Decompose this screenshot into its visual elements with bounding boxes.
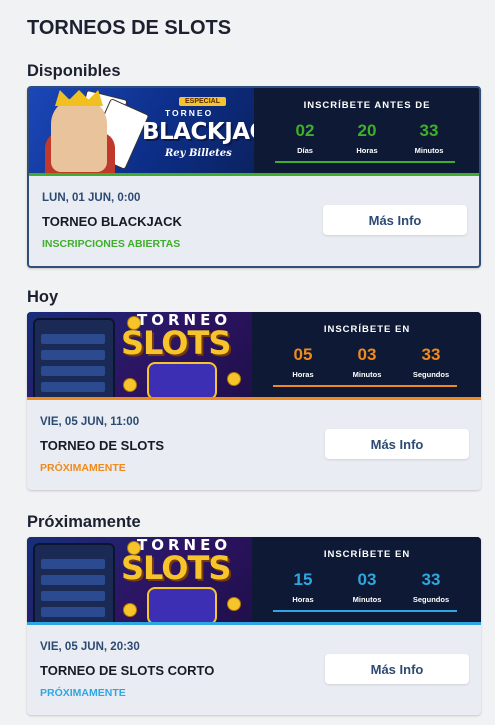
slots-banner-art: TORNEO SLOTS <box>27 312 252 400</box>
tournament-date: VIE, 05 JUN, 11:00 <box>40 416 140 428</box>
tournament-status: PRÓXIMAMENTE <box>40 687 126 699</box>
tournament-date: LUN, 01 JUN, 0:00 <box>42 192 141 204</box>
more-info-button[interactable]: Más Info <box>323 205 467 235</box>
countdown-label: Horas <box>292 370 314 379</box>
countdown-divider <box>275 161 455 163</box>
tournament-info: LUN, 01 JUN, 0:00 TORNEO BLACKJACK INSCR… <box>29 176 479 266</box>
countdown-value: 02 <box>295 121 315 140</box>
countdown-title: INSCRÍBETE ANTES DE <box>303 100 431 111</box>
tournament-date: VIE, 05 JUN, 20:30 <box>40 641 140 653</box>
coin-icon <box>227 372 241 386</box>
section-title-proximamente: Próximamente <box>27 513 141 531</box>
tournament-card-slots-corto[interactable]: TORNEO SLOTS INSCRÍBETE EN 15 Horas 03 M… <box>27 537 481 715</box>
countdown-label: Minutos <box>352 370 382 379</box>
countdown-panel: INSCRÍBETE ANTES DE 02 Días 20 Horas 33 … <box>255 88 479 176</box>
phone-mockup-image <box>33 318 115 400</box>
tournament-banner: ESPECIAL TORNEO BLACKJACK Rey Billetes I… <box>29 88 479 176</box>
tournament-banner: TORNEO SLOTS INSCRÍBETE EN 15 Horas 03 M… <box>27 537 481 625</box>
countdown-title: INSCRÍBETE EN <box>323 549 411 560</box>
tournament-name: TORNEO BLACKJACK <box>42 214 182 229</box>
coin-icon <box>123 603 137 617</box>
countdown-value: 33 <box>421 345 441 364</box>
countdown-unit: 33 Segundos <box>401 570 461 604</box>
tournament-status: INSCRIPCIONES ABIERTAS <box>42 238 181 250</box>
countdown-label: Minutos <box>414 146 444 155</box>
countdown-value: 15 <box>293 570 313 589</box>
section-title-hoy: Hoy <box>27 288 59 306</box>
more-info-button[interactable]: Más Info <box>325 654 469 684</box>
king-mascot-image <box>51 98 107 172</box>
countdown-panel: INSCRÍBETE EN 05 Horas 03 Minutos 33 Seg… <box>253 312 481 400</box>
banner-headline: SLOTS <box>121 324 231 362</box>
coin-icon <box>227 597 241 611</box>
countdown-unit: 03 Minutos <box>337 570 397 604</box>
coin-icon <box>123 378 137 392</box>
tournament-card-blackjack[interactable]: ESPECIAL TORNEO BLACKJACK Rey Billetes I… <box>27 86 481 268</box>
crown-icon <box>55 90 103 106</box>
blackjack-banner-art: ESPECIAL TORNEO BLACKJACK Rey Billetes <box>29 88 254 176</box>
countdown-label: Segundos <box>412 370 450 379</box>
tournament-name: TORNEO DE SLOTS CORTO <box>40 663 215 678</box>
countdown-unit: 33 Segundos <box>401 345 461 379</box>
countdown-label: Minutos <box>352 595 382 604</box>
tournament-status: PRÓXIMAMENTE <box>40 462 126 474</box>
tournament-banner: TORNEO SLOTS INSCRÍBETE EN 05 Horas 03 M… <box>27 312 481 400</box>
countdown-label: Horas <box>356 146 378 155</box>
countdown-label: Horas <box>292 595 314 604</box>
countdown-value: 05 <box>293 345 313 364</box>
tournament-info: VIE, 05 JUN, 20:30 TORNEO DE SLOTS CORTO… <box>27 625 481 715</box>
countdown-unit: 33 Minutos <box>399 121 459 155</box>
section-title-disponibles: Disponibles <box>27 62 121 80</box>
banner-torneo-text: TORNEO <box>165 108 214 118</box>
brand-signature: Rey Billetes <box>165 148 232 159</box>
slot-machine-image <box>147 362 217 400</box>
slot-machine-image <box>147 587 217 625</box>
countdown-unit: 05 Horas <box>273 345 333 379</box>
page-title: TORNEOS DE SLOTS <box>27 17 232 39</box>
countdown-divider <box>273 385 457 387</box>
countdown-label: Días <box>297 146 313 155</box>
slots-banner-art: TORNEO SLOTS <box>27 537 252 625</box>
tournament-info: VIE, 05 JUN, 11:00 TORNEO DE SLOTS PRÓXI… <box>27 400 481 490</box>
countdown-value: 20 <box>357 121 377 140</box>
special-tag: ESPECIAL <box>179 97 227 106</box>
countdown-label: Segundos <box>412 595 450 604</box>
countdown-unit: 02 Días <box>275 121 335 155</box>
countdown-divider <box>273 610 457 612</box>
countdown-unit: 15 Horas <box>273 570 333 604</box>
banner-headline: SLOTS <box>121 549 231 587</box>
banner-headline: BLACKJACK <box>142 119 254 145</box>
countdown-value: 33 <box>421 570 441 589</box>
countdown-value: 03 <box>357 345 377 364</box>
phone-mockup-image <box>33 543 115 625</box>
tournament-name: TORNEO DE SLOTS <box>40 438 164 453</box>
tournament-card-slots[interactable]: TORNEO SLOTS INSCRÍBETE EN 05 Horas 03 M… <box>27 312 481 490</box>
countdown-value: 03 <box>357 570 377 589</box>
countdown-panel: INSCRÍBETE EN 15 Horas 03 Minutos 33 Seg… <box>253 537 481 625</box>
countdown-unit: 20 Horas <box>337 121 397 155</box>
countdown-unit: 03 Minutos <box>337 345 397 379</box>
countdown-title: INSCRÍBETE EN <box>323 324 411 335</box>
more-info-button[interactable]: Más Info <box>325 429 469 459</box>
countdown-value: 33 <box>419 121 439 140</box>
